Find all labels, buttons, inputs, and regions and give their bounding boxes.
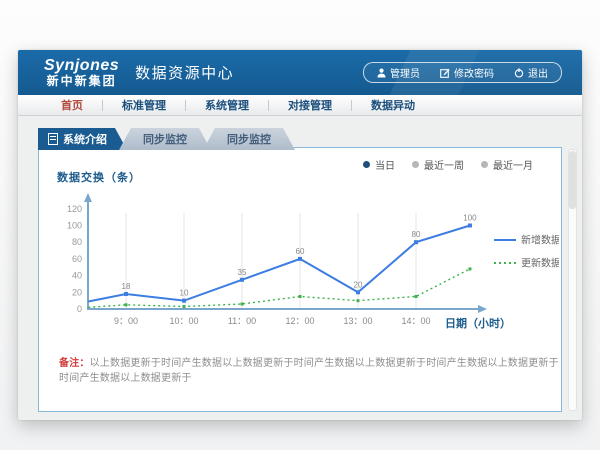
nav-item-interface-mgmt[interactable]: 对接管理 bbox=[269, 97, 351, 113]
range-option-last-week[interactable]: 最近一周 bbox=[412, 157, 464, 172]
nav-item-data-change[interactable]: 数据异动 bbox=[352, 97, 434, 113]
svg-text:12：00: 12：00 bbox=[285, 316, 314, 326]
footnote: 备注：以上数据更新于时间产生数据以上数据更新于时间产生数据以上数据更新于时间产生… bbox=[59, 354, 561, 384]
radio-dot-selected bbox=[363, 161, 370, 168]
document-icon bbox=[48, 133, 58, 145]
svg-text:80: 80 bbox=[72, 237, 82, 247]
logo-text-en: Synjones bbox=[44, 57, 119, 75]
footnote-prefix: 备注： bbox=[59, 358, 90, 369]
company-logo: Synjones 新中新集团 bbox=[44, 57, 119, 88]
y-axis-title: 数据交换（条） bbox=[57, 169, 141, 185]
logo-text-cn: 新中新集团 bbox=[44, 75, 119, 88]
svg-text:60: 60 bbox=[296, 247, 305, 256]
scrollbar-thumb[interactable] bbox=[569, 151, 576, 209]
tab-bar: 系统介绍 同步监控 同步监控 bbox=[38, 128, 295, 150]
header-bar: Synjones 新中新集团 数据资源中心 管理员 修改密码 退出 bbox=[18, 50, 582, 95]
header-actions: 管理员 修改密码 退出 bbox=[363, 62, 562, 83]
svg-text:9：00: 9：00 bbox=[114, 316, 138, 326]
svg-text:35: 35 bbox=[238, 268, 247, 277]
radio-dot bbox=[481, 161, 488, 168]
tab-system-intro[interactable]: 系统介绍 bbox=[38, 128, 127, 150]
nav-item-standard-mgmt[interactable]: 标准管理 bbox=[103, 97, 185, 113]
range-option-last-month[interactable]: 最近一月 bbox=[481, 157, 533, 172]
range-option-today[interactable]: 当日 bbox=[363, 157, 395, 172]
change-password-button[interactable]: 修改密码 bbox=[440, 65, 494, 80]
svg-text:11：00: 11：00 bbox=[228, 316, 256, 326]
vertical-scrollbar[interactable] bbox=[568, 149, 577, 411]
page-title: 数据资源中心 bbox=[135, 62, 234, 83]
svg-text:40: 40 bbox=[72, 271, 82, 281]
svg-text:80: 80 bbox=[412, 230, 421, 239]
svg-text:10: 10 bbox=[180, 289, 189, 298]
tab-sync-monitor-1[interactable]: 同步监控 bbox=[119, 128, 211, 150]
svg-text:14：00: 14：00 bbox=[401, 316, 430, 326]
svg-text:60: 60 bbox=[72, 254, 82, 264]
svg-text:13：00: 13：00 bbox=[343, 316, 372, 326]
svg-text:日期（小时）: 日期（小时） bbox=[445, 316, 511, 330]
edit-icon bbox=[440, 68, 450, 78]
nav-item-home[interactable]: 首页 bbox=[42, 97, 102, 113]
line-chart: 0 20 40 60 80 100 120 9：00 10：00 11：00 12：00 13：00 1… bbox=[47, 186, 559, 338]
svg-text:100: 100 bbox=[463, 214, 477, 223]
radio-dot bbox=[412, 161, 419, 168]
logout-button[interactable]: 退出 bbox=[514, 65, 548, 80]
svg-text:10：00: 10：00 bbox=[169, 316, 198, 326]
svg-text:新增数据: 新增数据 bbox=[521, 234, 559, 247]
main-nav: 首页 标准管理 系统管理 对接管理 数据异动 bbox=[18, 95, 582, 116]
range-selector: 当日 最近一周 最近一月 bbox=[363, 157, 533, 172]
tab-sync-monitor-2[interactable]: 同步监控 bbox=[203, 128, 295, 150]
svg-text:100: 100 bbox=[67, 221, 82, 231]
svg-text:更新数据: 更新数据 bbox=[521, 257, 559, 270]
power-icon bbox=[514, 68, 524, 78]
nav-item-system-mgmt[interactable]: 系统管理 bbox=[186, 97, 268, 113]
svg-text:0: 0 bbox=[77, 304, 82, 314]
svg-text:20: 20 bbox=[72, 287, 82, 297]
svg-text:20: 20 bbox=[354, 280, 363, 289]
content-area: 系统介绍 同步监控 同步监控 当日 最近一周 最近一月 数据交换 bbox=[18, 116, 582, 420]
chart-panel: 当日 最近一周 最近一月 数据交换（条） 0 20 40 60 80 100 120 9：00… bbox=[38, 147, 562, 412]
svg-text:18: 18 bbox=[122, 282, 131, 291]
user-icon bbox=[377, 68, 386, 78]
admin-user-button[interactable]: 管理员 bbox=[377, 65, 420, 80]
svg-text:120: 120 bbox=[67, 204, 82, 214]
app-window: Synjones 新中新集团 数据资源中心 管理员 修改密码 退出 首页 标准管… bbox=[18, 50, 582, 420]
